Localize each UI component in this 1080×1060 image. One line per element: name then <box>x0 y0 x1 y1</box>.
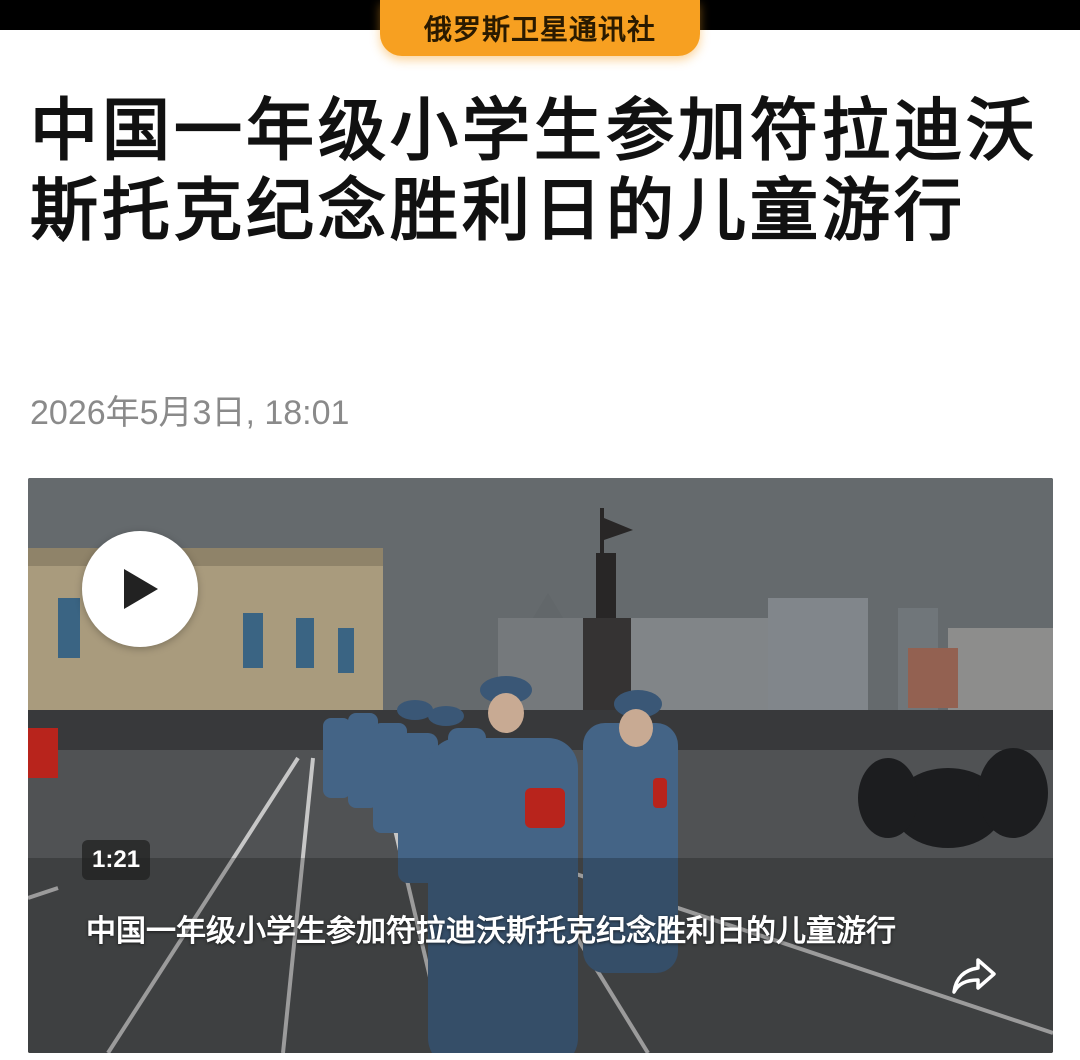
share-button[interactable] <box>946 948 1002 1004</box>
video-duration: 1:21 <box>82 840 151 880</box>
article-title: 中国一年级小学生参加符拉迪沃斯托克纪念胜利日的儿童游行 <box>30 92 1039 251</box>
video-caption: 中国一年级小学生参加符拉迪沃斯托克纪念胜利日的儿童游行 <box>86 914 896 949</box>
video-player[interactable]: 1:21 中国一年级小学生参加符拉迪沃斯托克纪念胜利日的儿童游行 <box>28 478 1053 1053</box>
source-badge[interactable]: 俄罗斯卫星通讯社 <box>380 0 700 56</box>
article-timestamp: 2026年5月3日, 18:01 <box>30 394 350 432</box>
play-button[interactable] <box>82 531 198 647</box>
play-icon <box>124 569 158 609</box>
share-icon <box>952 958 996 994</box>
